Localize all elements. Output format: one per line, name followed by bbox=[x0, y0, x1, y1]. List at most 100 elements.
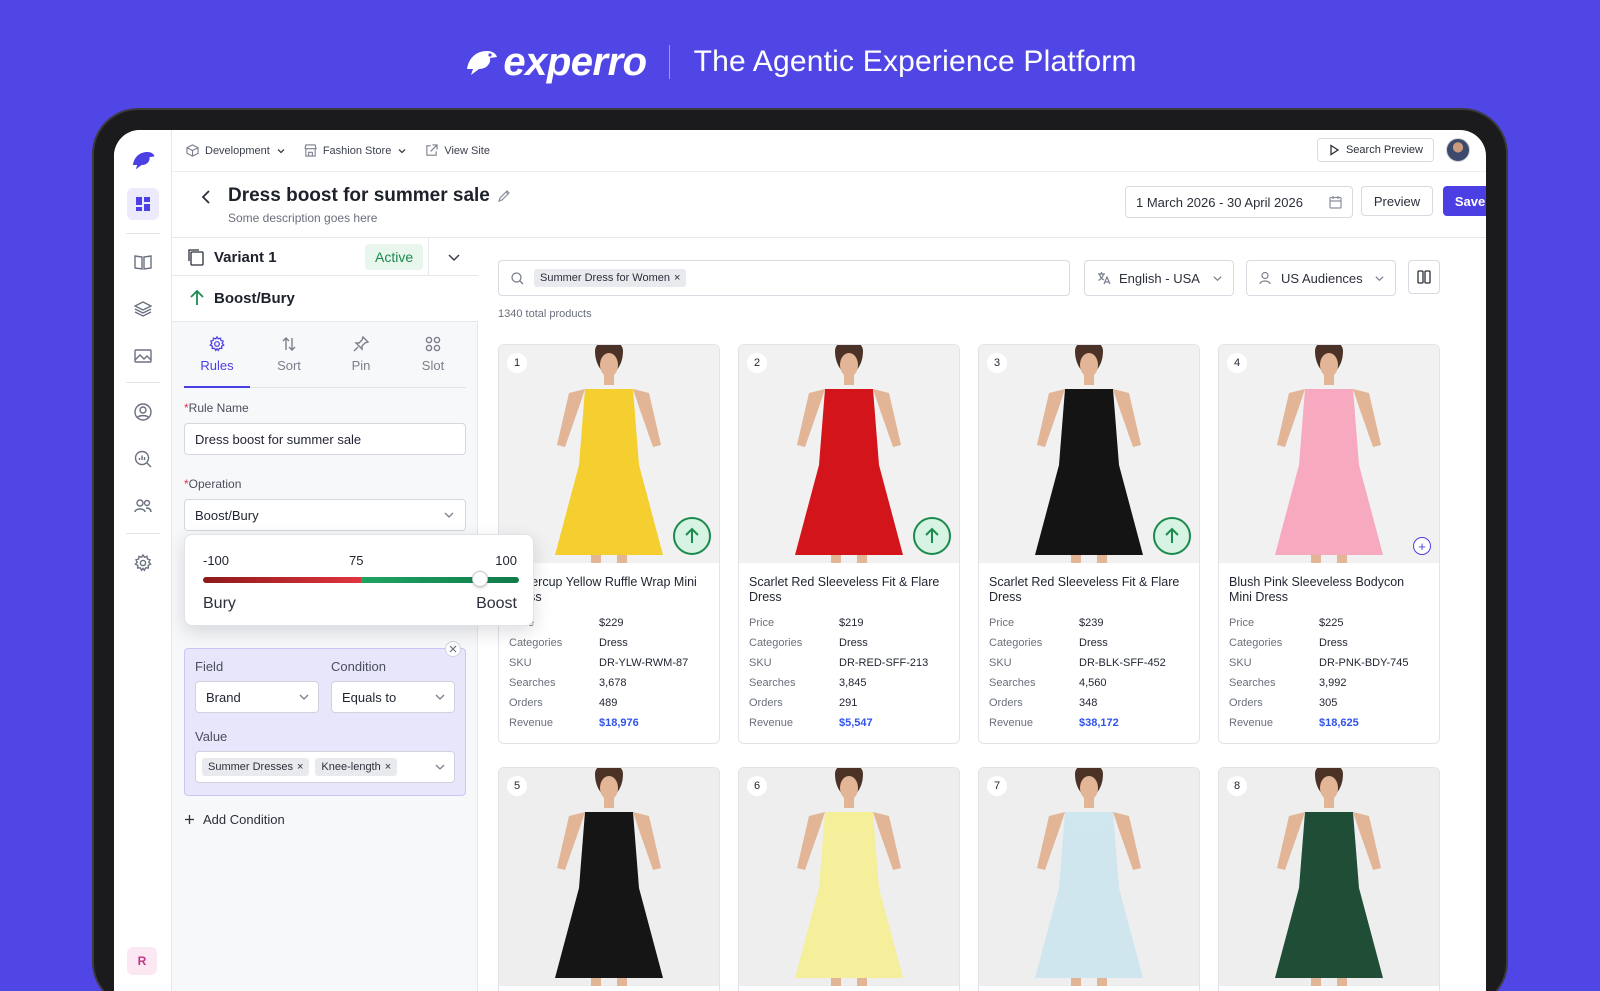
slider-thumb[interactable] bbox=[471, 571, 488, 587]
value-chip[interactable]: Knee-length × bbox=[315, 758, 398, 776]
date-range-picker[interactable]: 1 March 2026 - 30 April 2026 bbox=[1125, 186, 1353, 218]
app-logo-icon[interactable] bbox=[127, 144, 159, 176]
stat-label: Revenue bbox=[749, 717, 794, 729]
variant-dropdown-toggle[interactable] bbox=[428, 238, 478, 276]
tab-sort[interactable]: Sort bbox=[256, 330, 322, 388]
slider-bury-label: Bury bbox=[203, 595, 236, 612]
product-image: 6 bbox=[739, 768, 959, 986]
stat-value: DR-BLK-SFF-452 bbox=[1079, 657, 1166, 669]
chevron-down-icon bbox=[444, 512, 454, 518]
stat-label: Categories bbox=[509, 637, 563, 649]
boost-arrow-icon[interactable] bbox=[1153, 517, 1191, 555]
field-label: Field bbox=[195, 659, 224, 674]
audience-select[interactable]: US Audiences bbox=[1246, 260, 1396, 296]
user-avatar[interactable] bbox=[1446, 138, 1470, 162]
product-card[interactable]: 4 + Blush Pink Sleeveless Bodycon Mini Dre… bbox=[1218, 344, 1440, 744]
preview-button[interactable]: Preview bbox=[1361, 186, 1433, 216]
boost-arrow-icon[interactable] bbox=[673, 517, 711, 555]
stat-label: Orders bbox=[1229, 697, 1263, 709]
back-button[interactable] bbox=[196, 186, 216, 208]
product-image: 1 bbox=[499, 345, 719, 563]
save-button[interactable]: Save bbox=[1443, 186, 1486, 216]
stat-value: 305 bbox=[1319, 697, 1338, 709]
left-rail: R bbox=[114, 130, 172, 991]
slider-min: -100 bbox=[203, 553, 230, 568]
stat-row-revenue: Revenue $18,976 bbox=[509, 713, 709, 733]
stat-row-sku: SKU DR-RED-SFF-213 bbox=[749, 653, 949, 673]
product-card[interactable]: 5 bbox=[498, 767, 720, 991]
product-card[interactable]: 6 bbox=[738, 767, 960, 991]
chevron-down-icon bbox=[447, 254, 460, 262]
image-icon[interactable] bbox=[127, 340, 159, 372]
stat-row-searches: Searches 3,992 bbox=[1229, 673, 1429, 693]
search-input[interactable]: Summer Dress for Women × bbox=[498, 260, 1070, 296]
view-site-link[interactable]: View Site bbox=[425, 144, 490, 157]
settings-icon[interactable] bbox=[127, 547, 159, 579]
search-preview-button[interactable]: Search Preview bbox=[1316, 138, 1434, 162]
stat-value: DR-RED-SFF-213 bbox=[839, 657, 929, 669]
book-icon[interactable] bbox=[127, 246, 159, 278]
product-card[interactable]: 7 bbox=[978, 767, 1200, 991]
product-card[interactable]: 2 Scarlet Red Sleeveless Fit & Flare Dres… bbox=[738, 344, 960, 744]
add-boost-icon[interactable]: + bbox=[1413, 537, 1431, 555]
condition-select[interactable]: Equals to bbox=[331, 681, 455, 713]
user-circle-icon[interactable] bbox=[127, 396, 159, 428]
boost-arrow-icon[interactable] bbox=[913, 517, 951, 555]
field-select[interactable]: Brand bbox=[195, 681, 319, 713]
add-condition-button[interactable]: Add Condition bbox=[184, 812, 285, 827]
stat-value: $18,625 bbox=[1319, 717, 1359, 729]
condition-label: Condition bbox=[331, 659, 386, 674]
product-name: Blush Pink Sleeveless Bodycon Mini Dress bbox=[1229, 575, 1405, 604]
chip-remove-icon[interactable]: × bbox=[297, 761, 303, 773]
stat-label: Searches bbox=[509, 677, 556, 689]
rail-divider bbox=[126, 233, 160, 234]
rule-name-input[interactable]: Dress boost for summer sale bbox=[184, 423, 466, 455]
search-query-chip[interactable]: Summer Dress for Women × bbox=[534, 269, 687, 287]
language-select[interactable]: English - USA bbox=[1084, 260, 1234, 296]
stat-value: 489 bbox=[599, 697, 618, 709]
remove-condition-button[interactable] bbox=[445, 641, 461, 657]
tab-slot[interactable]: Slot bbox=[400, 330, 466, 388]
dress-model-image bbox=[979, 768, 1199, 986]
stat-value: $225 bbox=[1319, 617, 1344, 629]
close-icon bbox=[449, 645, 457, 653]
stat-row-sku: SKU DR-YLW-RWM-87 bbox=[509, 653, 709, 673]
stat-value: $219 bbox=[839, 617, 864, 629]
search-analytics-icon[interactable] bbox=[127, 443, 159, 475]
product-rank: 4 bbox=[1227, 353, 1247, 373]
layers-icon[interactable] bbox=[127, 293, 159, 325]
product-card[interactable]: 8 bbox=[1218, 767, 1440, 991]
environment-selector[interactable]: Development bbox=[186, 144, 286, 157]
product-card[interactable]: 3 Scarlet Red Sleeveless Fit & Flare Dres… bbox=[978, 344, 1200, 744]
chip-remove-icon[interactable]: × bbox=[385, 761, 391, 773]
dashboard-icon[interactable] bbox=[127, 188, 159, 220]
value-multiselect[interactable]: Summer Dresses × Knee-length × bbox=[195, 751, 455, 783]
layout-toggle-button[interactable] bbox=[1408, 260, 1440, 294]
stat-label: SKU bbox=[509, 657, 532, 669]
tab-pin[interactable]: Pin bbox=[328, 330, 394, 388]
rule-panel: Variant 1 Active Boost/Bury Rules Sort P… bbox=[172, 238, 534, 991]
edit-title-button[interactable] bbox=[497, 189, 511, 208]
tab-rules[interactable]: Rules bbox=[184, 330, 250, 388]
columns-icon bbox=[1417, 270, 1431, 284]
value-chip[interactable]: Summer Dresses × bbox=[202, 758, 310, 776]
field-value: Brand bbox=[206, 689, 241, 705]
operation-label: *Operation bbox=[184, 477, 242, 491]
product-stats: Price$229 Categories Dress SKU DR-YLW-RWM-87… bbox=[499, 613, 719, 741]
stat-row-categories: Categories Dress bbox=[989, 633, 1189, 653]
view-site-label: View Site bbox=[444, 144, 490, 157]
store-selector[interactable]: Fashion Store bbox=[304, 144, 407, 157]
tab-label: Rules bbox=[200, 358, 234, 373]
external-link-icon bbox=[426, 144, 438, 156]
slot-icon bbox=[425, 336, 441, 352]
user-initial-avatar[interactable]: R bbox=[127, 947, 157, 975]
chip-remove-icon[interactable]: × bbox=[674, 272, 680, 284]
operation-select[interactable]: Boost/Bury bbox=[184, 499, 466, 531]
plus-icon bbox=[185, 815, 194, 824]
chevron-down-icon bbox=[435, 764, 445, 770]
tab-label: Pin bbox=[351, 358, 371, 373]
page-title: Dress boost for summer sale bbox=[228, 185, 490, 206]
stat-label: Searches bbox=[1229, 677, 1276, 689]
stat-row-categories: Categories Dress bbox=[509, 633, 709, 653]
users-icon[interactable] bbox=[127, 490, 159, 522]
